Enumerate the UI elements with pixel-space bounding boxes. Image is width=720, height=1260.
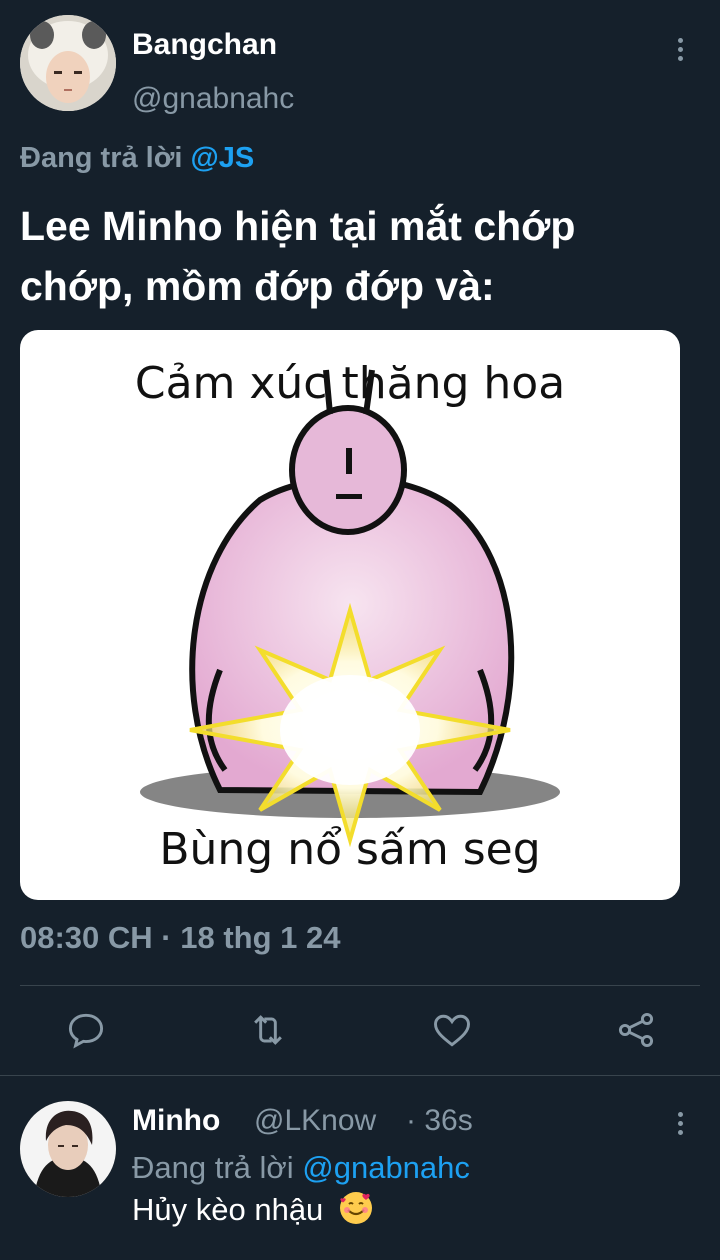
share-icon: [618, 1012, 654, 1048]
reply-more-options-icon[interactable]: [678, 1112, 684, 1139]
reply-replying-to: Đang trả lời @gnabnahc: [132, 1150, 470, 1186]
like-button[interactable]: [430, 1008, 474, 1052]
reply-button[interactable]: [64, 1008, 108, 1052]
reply-user-handle[interactable]: @LKnow: [254, 1104, 376, 1138]
replying-to-label: Đang trả lời: [20, 142, 183, 174]
share-button[interactable]: [614, 1008, 658, 1052]
reply-display-name[interactable]: Minho: [132, 1104, 220, 1138]
reply-avatar-image: [20, 1101, 116, 1197]
more-options-icon[interactable]: [678, 38, 684, 65]
reply-replying-to-label: Đang trả lời: [132, 1150, 294, 1185]
meme-illustration: [140, 369, 560, 848]
reply-time: · 36s: [406, 1104, 473, 1137]
retweet-button[interactable]: [246, 1008, 290, 1052]
reply-text-row: Hủy kèo nhậu: [132, 1190, 374, 1228]
user-handle[interactable]: @gnabnahc: [132, 82, 294, 116]
reply-replying-to-mention[interactable]: @gnabnahc: [302, 1150, 470, 1185]
smiling-face-with-hearts-icon: [338, 1190, 374, 1226]
main-tweet: Bangchan @gnabnahc Đang trả lời @JS Lee …: [0, 0, 720, 1075]
reply-text: Hủy kèo nhậu: [132, 1192, 324, 1227]
replying-to-mention[interactable]: @JS: [190, 142, 254, 174]
meme-caption-bottom: Bùng nổ sấm seg: [159, 824, 541, 875]
replying-to: Đang trả lời @JS: [20, 142, 254, 175]
divider: [20, 985, 700, 986]
tweet-text: Lee Minho hiện tại mắt chớp chớp, mồm đớ…: [20, 203, 576, 309]
avatar-image: [20, 15, 116, 111]
avatar[interactable]: [20, 15, 116, 111]
retweet-icon: [254, 1015, 282, 1045]
tweet-media[interactable]: Cảm xúc thăng hoa Bùng nổ sấm seg: [20, 330, 680, 900]
tweet-timestamp[interactable]: 08:30 CH · 18 thg 1 24: [20, 920, 340, 956]
reply-icon: [68, 1013, 104, 1049]
heart-icon: [434, 1014, 470, 1047]
reply-avatar[interactable]: [20, 1101, 116, 1197]
display-name[interactable]: Bangchan: [132, 28, 277, 62]
